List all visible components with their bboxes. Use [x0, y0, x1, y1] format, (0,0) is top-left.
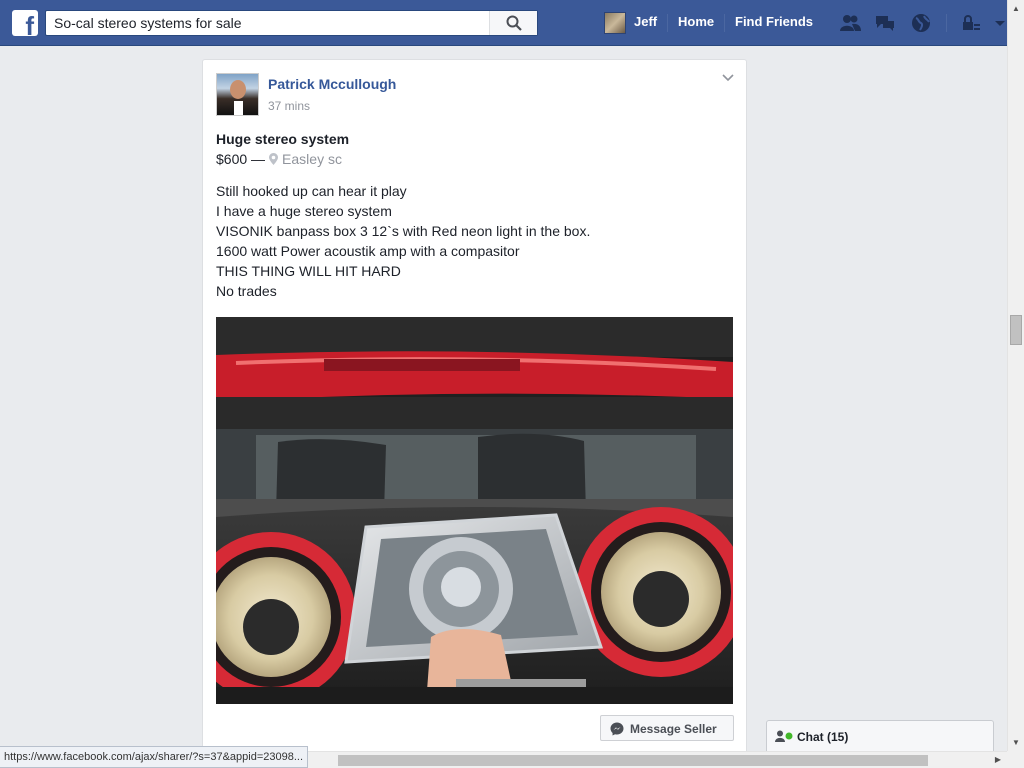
search-button[interactable]: [489, 11, 537, 35]
location-pin-icon: [269, 153, 279, 165]
account-menu-chevron-down-icon[interactable]: [994, 13, 1006, 33]
scroll-down-arrow-icon[interactable]: ▼: [1012, 738, 1020, 747]
nav-user-name[interactable]: Jeff: [634, 14, 657, 29]
post-timestamp[interactable]: 37 mins: [268, 99, 310, 113]
messenger-icon: [610, 722, 624, 736]
nav-divider: [667, 14, 668, 32]
friend-requests-icon[interactable]: [839, 13, 861, 33]
item-location[interactable]: Easley sc: [282, 151, 342, 167]
scrollbar-corner: [1007, 751, 1024, 768]
search-box: [45, 10, 538, 36]
scroll-up-arrow-icon[interactable]: ▲: [1012, 4, 1020, 13]
facebook-logo-icon[interactable]: f: [12, 10, 38, 39]
description-line: I have a huge stereo system: [216, 203, 392, 219]
author-name-link[interactable]: Patrick Mccullough: [268, 76, 396, 92]
nav-divider: [724, 14, 725, 32]
scroll-right-arrow-icon[interactable]: ▶: [995, 755, 1001, 764]
search-icon: [506, 15, 522, 31]
post-options-chevron-down-icon[interactable]: [722, 74, 734, 82]
notifications-globe-icon[interactable]: [910, 13, 932, 33]
description-line: Still hooked up can hear it play: [216, 183, 407, 199]
price-location-line: $600 — Easley sc: [216, 151, 342, 167]
chat-people-icon: [775, 730, 793, 742]
horizontal-scrollbar-thumb[interactable]: [338, 755, 928, 766]
item-title: Huge stereo system: [216, 131, 350, 147]
item-photo[interactable]: [216, 317, 733, 704]
description-line: VISONIK banpass box 3 12`s with Red neon…: [216, 223, 591, 239]
user-avatar[interactable]: [604, 12, 626, 34]
messages-icon[interactable]: [874, 13, 896, 33]
nav-divider: [946, 14, 947, 32]
chat-sidebar-tab[interactable]: Chat (15): [766, 720, 994, 751]
description-line: 1600 watt Power acoustik amp with a comp…: [216, 243, 520, 259]
marketplace-post-card: Patrick Mccullough 37 mins Huge stereo s…: [202, 59, 747, 759]
vertical-scrollbar-thumb[interactable]: [1010, 315, 1022, 345]
author-profile-picture[interactable]: [216, 73, 259, 116]
message-seller-button[interactable]: Message Seller: [600, 715, 734, 741]
description-line: No trades: [216, 283, 277, 299]
vertical-scrollbar[interactable]: ▲ ▼: [1007, 0, 1024, 751]
message-seller-label: Message Seller: [630, 722, 717, 736]
item-description: Still hooked up can hear it play I have …: [216, 181, 590, 301]
top-navigation-bar: f Jeff Home Find Friends: [0, 0, 1007, 46]
nav-find-friends-link[interactable]: Find Friends: [735, 14, 813, 29]
chat-label: Chat (15): [797, 730, 849, 744]
nav-home-link[interactable]: Home: [678, 14, 714, 29]
search-input[interactable]: [46, 11, 488, 35]
item-price: $600 —: [216, 151, 266, 167]
privacy-lock-icon[interactable]: [960, 13, 982, 33]
status-bar-url: https://www.facebook.com/ajax/sharer/?s=…: [0, 746, 309, 768]
description-line: THIS THING WILL HIT HARD: [216, 263, 401, 279]
